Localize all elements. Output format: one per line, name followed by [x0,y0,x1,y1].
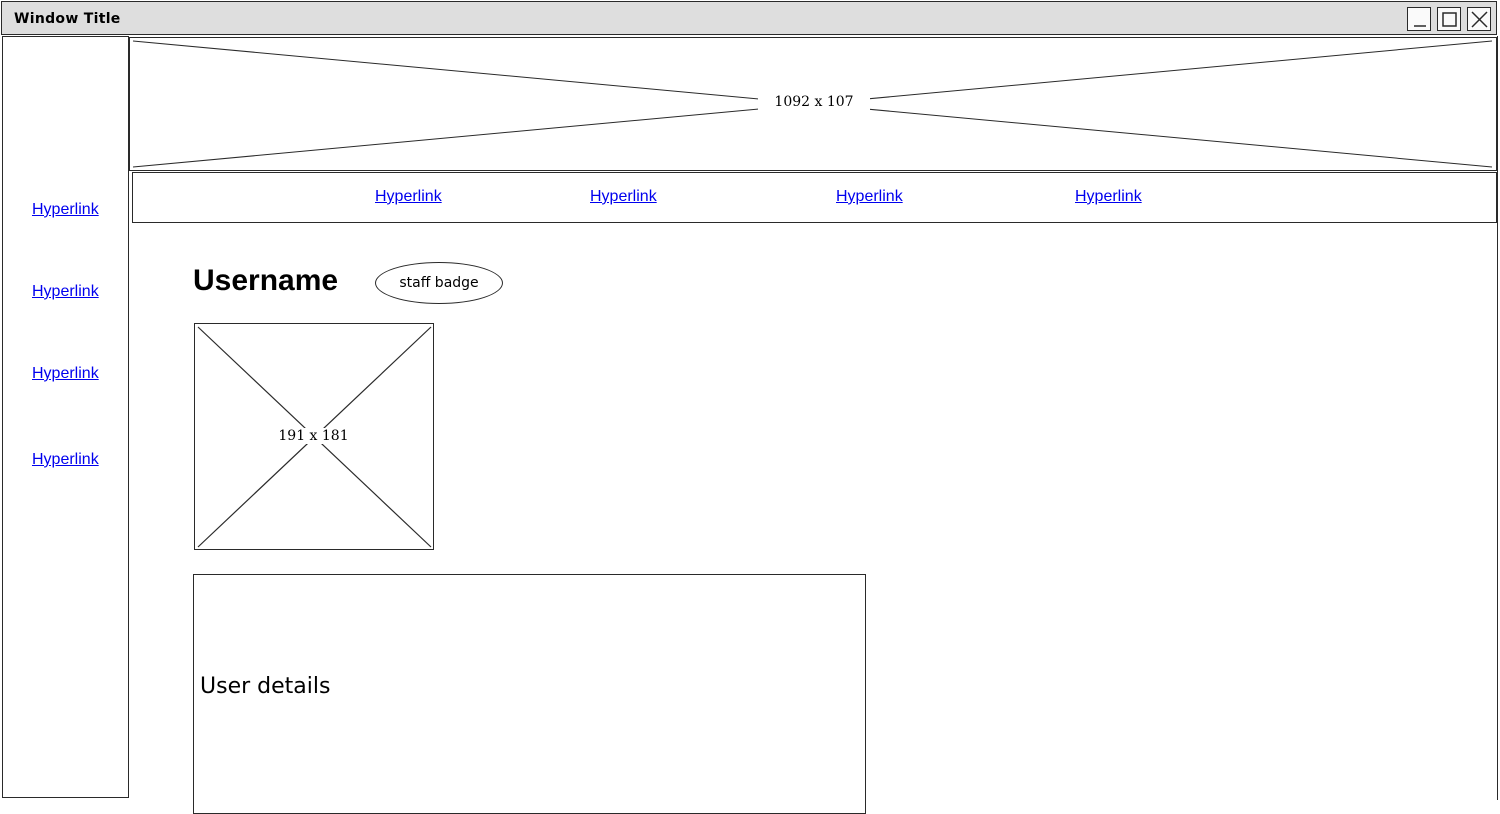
sidebar: Hyperlink Hyperlink Hyperlink Hyperlink [2,36,129,798]
staff-badge: staff badge [375,262,503,304]
banner-dimensions-label: 1092 x 107 [758,94,870,110]
avatar-dimensions-label: 191 x 181 [276,428,351,444]
sidebar-link-3[interactable]: Hyperlink [32,365,99,383]
maximize-button[interactable] [1437,7,1461,31]
avatar-image-placeholder: 191 x 181 [194,323,434,550]
app-window: Window Title Hyperlink Hyperlink Hyperli… [0,0,1500,814]
user-details-label: User details [200,674,331,699]
staff-badge-label: staff badge [399,275,479,291]
nav-link-4[interactable]: Hyperlink [1075,188,1142,206]
sidebar-link-2[interactable]: Hyperlink [32,283,99,301]
close-icon [1471,11,1488,28]
nav-link-1[interactable]: Hyperlink [375,188,442,206]
maximize-icon [1442,12,1457,27]
minimize-button[interactable] [1407,7,1431,31]
nav-link-3[interactable]: Hyperlink [836,188,903,206]
sidebar-link-1[interactable]: Hyperlink [32,201,99,219]
banner-image-placeholder: 1092 x 107 [129,37,1497,171]
title-bar: Window Title [1,1,1497,35]
minimize-icon [1414,25,1426,27]
sidebar-link-4[interactable]: Hyperlink [32,451,99,469]
close-button[interactable] [1467,7,1491,31]
user-details-panel: User details [193,574,866,814]
nav-link-2[interactable]: Hyperlink [590,188,657,206]
window-title: Window Title [14,11,121,27]
window-right-edge [1497,36,1498,800]
username-heading: Username [193,264,339,297]
top-nav: Hyperlink Hyperlink Hyperlink Hyperlink [132,172,1497,223]
